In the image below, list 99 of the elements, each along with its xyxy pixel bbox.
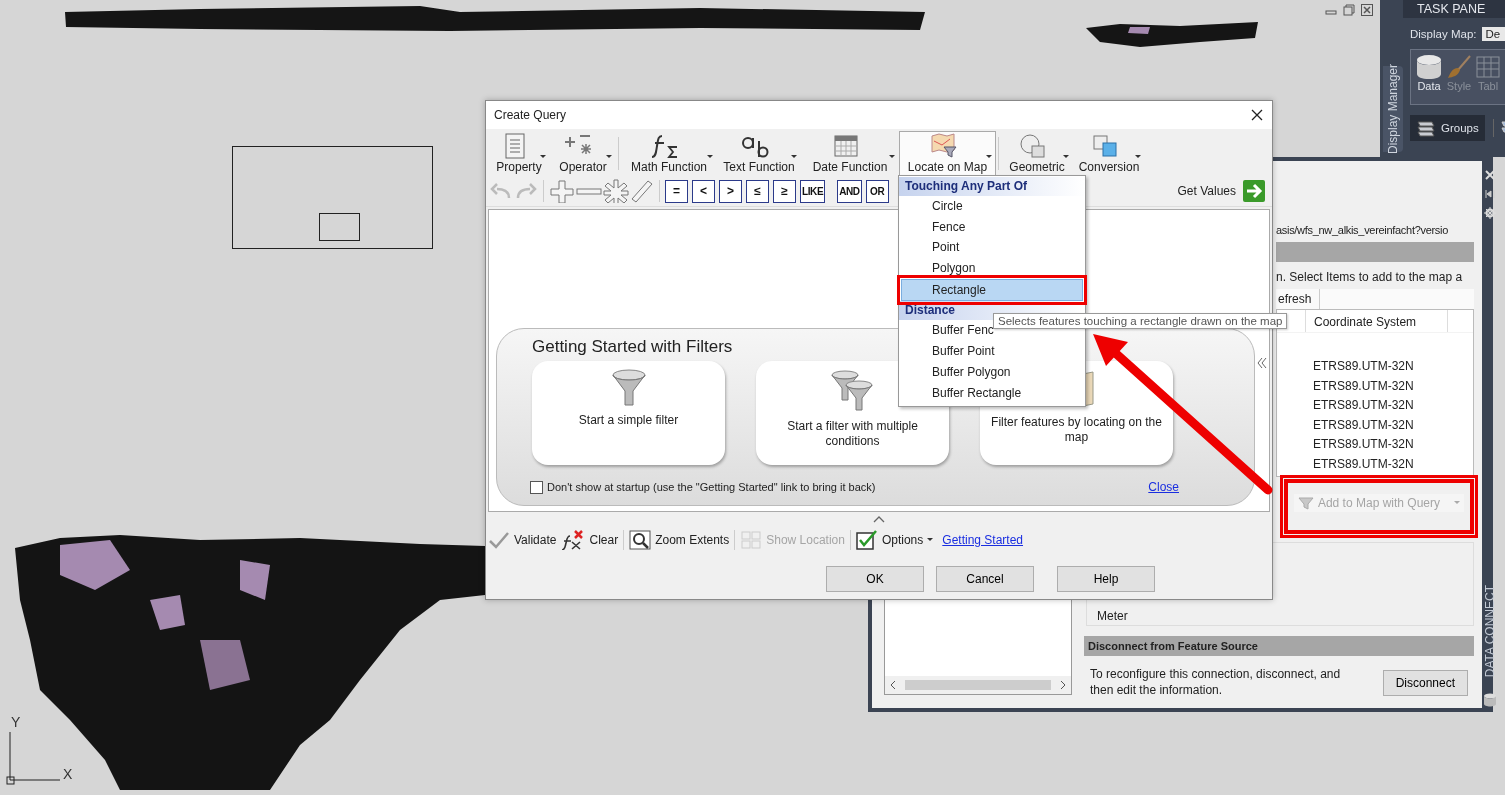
groups-button[interactable]: Groups: [1410, 115, 1485, 141]
axis-label: Y: [11, 714, 21, 730]
restore-icon[interactable]: [1343, 4, 1355, 16]
checkbox-icon: [855, 530, 878, 550]
collapse-icon[interactable]: [1257, 356, 1267, 370]
caret-icon: [986, 155, 992, 158]
caret-icon: [889, 155, 895, 158]
connection-url: asis/wfs_nw_alkis_vereinfacht?versio: [1276, 224, 1449, 236]
instruction-text: n. Select Items to add to the map a: [1276, 270, 1464, 284]
check-icon: [488, 531, 510, 549]
menu-item[interactable]: Polygon: [899, 258, 1085, 279]
info-text: To reconfigure this connection, disconnect, and then edit the information.: [1090, 666, 1342, 698]
arrow-right-icon: [1242, 179, 1266, 203]
toolbar-menu-button[interactable]: Conversion: [1073, 131, 1145, 176]
caret-icon: [927, 537, 934, 541]
brush-icon: [1446, 54, 1472, 80]
units-value: Meter: [1097, 609, 1128, 623]
toolbar-menu-button[interactable]: Text Function: [717, 131, 801, 176]
table-cell-text: ETRS89.UTM-32N: [1313, 359, 1415, 375]
table-cell-text: ETRS89.UTM-32N: [1313, 398, 1415, 414]
close-icon[interactable]: [1250, 108, 1264, 122]
menu-item[interactable]: Fence: [899, 216, 1085, 238]
caret-icon: [707, 155, 713, 158]
grid-icon: [740, 530, 763, 550]
table-icon: [1475, 54, 1501, 80]
toolbar-menu-button[interactable]: Date Function: [801, 131, 899, 176]
dialog-button[interactable]: Help: [1057, 566, 1155, 592]
caret-icon: [1063, 155, 1069, 158]
toolbar-menu-button[interactable]: Math Function: [621, 131, 717, 176]
expression-key[interactable]: OR: [865, 179, 889, 203]
table-cell-text: ETRS89.UTM-32N: [1313, 456, 1415, 472]
pane-title: TASK PANE: [1403, 0, 1505, 18]
map-funnel-icon: [929, 133, 958, 159]
window-title: Create Query: [494, 108, 567, 122]
tool-button[interactable]: Zoom Extents: [629, 530, 730, 550]
panel-title: DATA CONNECT: [1482, 584, 1498, 677]
toolbar-menu-button[interactable]: Locate on Map: [899, 131, 996, 176]
field-label: Display Map:: [1410, 28, 1477, 40]
dialog-button[interactable]: Cancel: [936, 566, 1034, 592]
expression-key[interactable]: LIKE: [800, 179, 826, 203]
toolbar-menu-button[interactable]: Operator: [550, 131, 616, 176]
get-values-button[interactable]: Get Values: [1177, 179, 1266, 203]
tool-button[interactable]: Options: [855, 530, 934, 550]
settings-icon[interactable]: [1484, 207, 1496, 219]
database-icon[interactable]: [1482, 692, 1498, 708]
table-cell-text: ETRS89.UTM-32N: [1313, 437, 1415, 453]
table-cell-text: ETRS89.UTM-32N: [1313, 378, 1415, 394]
horizontal-scrollbar[interactable]: [885, 676, 1071, 694]
side-tab[interactable]: Display Manager: [1383, 66, 1403, 152]
expression-key[interactable]: AND: [837, 179, 862, 203]
dialog-button[interactable]: OK: [826, 566, 924, 592]
toolbar-menu-button[interactable]: Property: [488, 131, 550, 176]
caret-icon: [540, 155, 546, 158]
table-cell-text: ETRS89.UTM-32N: [1313, 417, 1415, 433]
funnel-icon: [1298, 496, 1314, 510]
disconnect-button[interactable]: Disconnect: [1382, 670, 1468, 696]
section-header: Disconnect from Feature Source: [1084, 636, 1474, 656]
caret-icon: [1135, 155, 1141, 158]
menu-item[interactable]: Point: [899, 237, 1085, 259]
scroll-right-icon[interactable]: [1059, 680, 1067, 690]
expression-key[interactable]: >: [719, 179, 742, 203]
menu-section-header: Touching Any Part Of: [899, 177, 1085, 196]
ucs-icon: [6, 731, 61, 785]
slash-icon[interactable]: [630, 179, 654, 203]
tool-button[interactable]: Validate: [488, 531, 557, 549]
getting-started-link[interactable]: Getting Started: [942, 533, 1023, 547]
close-link[interactable]: Close: [1148, 480, 1179, 494]
layers-icon: [1416, 119, 1436, 137]
filter-option-card[interactable]: Start a simple filter: [532, 361, 725, 465]
column-header[interactable]: Coordinate System: [1305, 310, 1448, 332]
function-icon: [650, 133, 680, 159]
clear-formula-icon: [561, 530, 586, 550]
tool-button[interactable]: Clear: [561, 530, 619, 550]
calendar-icon: [833, 133, 859, 159]
scroll-left-icon[interactable]: [889, 680, 897, 690]
dont-show-checkbox[interactable]: Don't show at startup (use the "Getting Started" link to bring it back): [530, 480, 876, 494]
toolbar-menu-button[interactable]: Geometric: [1001, 131, 1073, 176]
caret-icon: [791, 155, 797, 158]
zoom-icon: [629, 530, 652, 550]
caret-icon: [1454, 500, 1460, 504]
panel-title: Getting Started with Filters: [532, 337, 733, 357]
cubes-icon: [1091, 133, 1119, 159]
expression-key[interactable]: ≥: [773, 179, 796, 203]
expression-key[interactable]: <: [692, 179, 715, 203]
menu-item[interactable]: Circle: [899, 196, 1085, 217]
display-map-field[interactable]: De: [1482, 27, 1505, 41]
layers-icon[interactable]: [1492, 119, 1505, 137]
axis-label: X: [63, 766, 73, 782]
database-icon: [1415, 54, 1443, 80]
caret-icon: [606, 155, 612, 158]
asterisk-icon[interactable]: [603, 179, 629, 203]
list-icon: [503, 133, 527, 159]
expand-icon[interactable]: [873, 515, 885, 523]
expression-key[interactable]: ≤: [746, 179, 769, 203]
tooltip: Selects features touching a rectangle drawn on the map: [993, 313, 1288, 329]
shapes-icon: [1019, 133, 1047, 159]
tool-button[interactable]: Data: [1415, 54, 1443, 104]
menu-item[interactable]: Buffer Point: [899, 341, 1085, 362]
expression-key[interactable]: =: [665, 179, 688, 203]
